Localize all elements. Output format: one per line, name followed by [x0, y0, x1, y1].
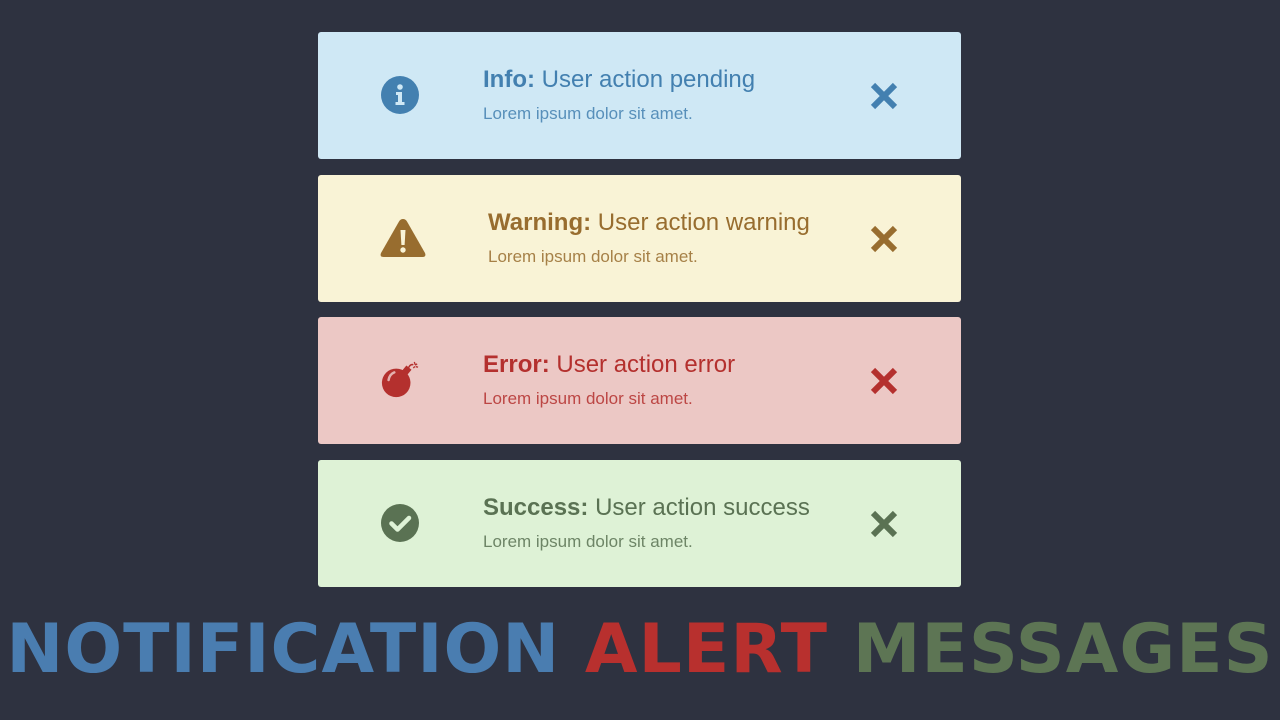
alert-message: Lorem ipsum dolor sit amet. [488, 247, 698, 266]
headline-word-messages: MESSAGES [852, 610, 1274, 689]
alert-message: Lorem ipsum dolor sit amet. [483, 104, 693, 123]
close-button[interactable] [868, 223, 900, 255]
alert-label: Error: [483, 351, 550, 378]
alert-title-text: User action error [556, 351, 736, 378]
alert-title: Info: User action pending [483, 65, 755, 95]
alert-label: Warning: [488, 209, 592, 236]
alert-title-text: User action pending [541, 66, 756, 93]
info-circle-icon [380, 75, 420, 115]
alert-message: Lorem ipsum dolor sit amet. [483, 389, 693, 408]
info-alert: Info: User action pending Lorem ipsum do… [318, 32, 961, 159]
alert-label: Success: [483, 494, 589, 521]
alert-label: Info: [483, 66, 535, 93]
alert-title-text: User action success [595, 494, 810, 521]
close-icon[interactable] [869, 366, 899, 396]
success-alert: Success: User action success Lorem ipsum… [318, 460, 961, 587]
error-alert: Error: User action error Lorem ipsum dol… [318, 317, 961, 444]
close-icon[interactable] [869, 509, 899, 539]
alert-message: Lorem ipsum dolor sit amet. [483, 532, 693, 551]
close-icon[interactable] [869, 224, 899, 254]
warning-triangle-icon [379, 218, 427, 258]
headline-word-notification: NOTIFICATION [6, 610, 561, 689]
alert-title: Warning: User action warning [488, 208, 810, 238]
close-button[interactable] [868, 365, 900, 397]
alert-title: Success: User action success [483, 493, 810, 523]
headline-word-alert: ALERT [584, 610, 829, 689]
warning-alert: Warning: User action warning Lorem ipsum… [318, 175, 961, 302]
check-circle-icon [380, 503, 420, 543]
bomb-icon [380, 360, 420, 400]
close-button[interactable] [868, 80, 900, 112]
headline: NOTIFICATION ALERT MESSAGES [0, 608, 1280, 692]
close-button[interactable] [868, 508, 900, 540]
close-icon[interactable] [869, 81, 899, 111]
alert-title-text: User action warning [597, 209, 810, 236]
alert-title: Error: User action error [483, 350, 735, 380]
